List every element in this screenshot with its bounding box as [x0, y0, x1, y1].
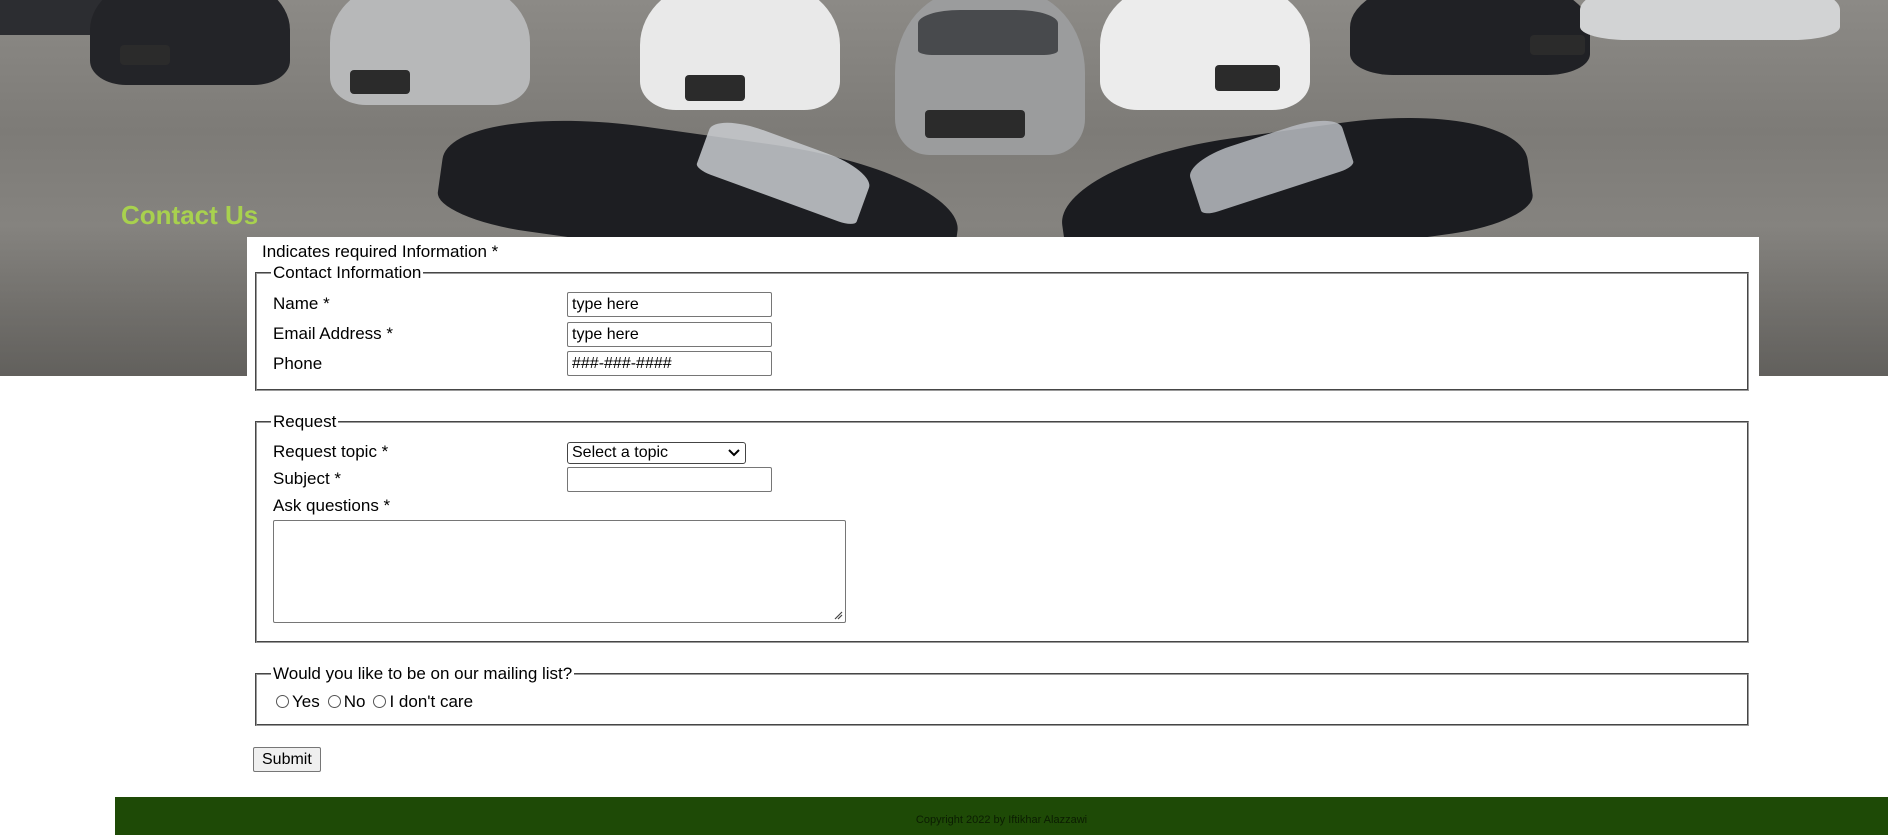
mailing-list-options: Yes No I don't care — [274, 692, 479, 712]
resize-grip-icon[interactable] — [833, 610, 843, 620]
mailing-list-fieldset: Would you like to be on our mailing list… — [255, 664, 1749, 726]
radio-no-label: No — [343, 692, 366, 711]
name-label: Name * — [273, 294, 330, 313]
request-topic-selected: Select a topic — [572, 444, 669, 461]
contact-information-legend: Contact Information — [273, 263, 422, 282]
request-topic-label: Request topic * — [273, 442, 389, 461]
ask-questions-label: Ask questions * — [273, 496, 391, 515]
required-info-note: Indicates required Information * — [262, 242, 499, 261]
phone-input[interactable] — [567, 351, 772, 376]
submit-button[interactable]: Submit — [253, 747, 321, 772]
footer: Copyright 2022 by Iftikhar Alazzawi — [115, 797, 1888, 835]
subject-input[interactable] — [567, 467, 772, 492]
page-title: Contact Us — [121, 200, 259, 230]
radio-no[interactable] — [327, 694, 341, 708]
copyright-text: Copyright 2022 by Iftikhar Alazzawi — [915, 814, 1088, 826]
subject-label: Subject * — [273, 469, 342, 488]
chevron-down-icon — [728, 449, 740, 457]
radio-dont-care[interactable] — [373, 694, 387, 708]
request-legend: Request — [273, 412, 337, 431]
email-input[interactable] — [567, 322, 772, 347]
contact-information-fieldset: Contact Information — [255, 263, 1749, 391]
request-topic-select[interactable]: Select a topic — [567, 442, 746, 464]
radio-yes[interactable] — [276, 694, 289, 708]
name-input[interactable] — [567, 292, 772, 317]
radio-dont-care-label: I don't care — [389, 692, 474, 711]
phone-label: Phone — [273, 354, 323, 373]
radio-yes-label: Yes — [292, 692, 320, 711]
email-label: Email Address * — [273, 324, 393, 343]
mailing-list-legend: Would you like to be on our mailing list… — [273, 664, 573, 683]
ask-questions-textarea[interactable] — [273, 520, 846, 623]
